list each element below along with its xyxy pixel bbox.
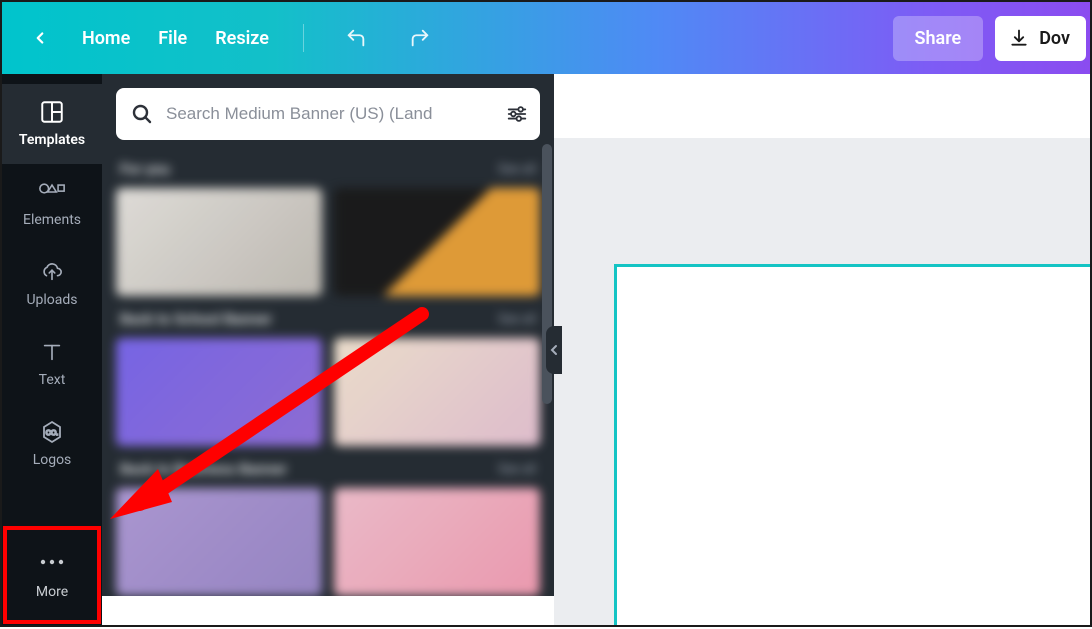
chevron-left-icon xyxy=(550,344,558,356)
more-icon xyxy=(39,550,65,574)
section-see-all[interactable]: See all xyxy=(498,312,536,327)
template-thumb[interactable] xyxy=(334,338,540,446)
rail-logos[interactable]: CO. Logos xyxy=(2,404,102,484)
template-thumb[interactable] xyxy=(334,188,540,296)
thumb-row xyxy=(116,338,540,446)
collapse-panel-handle[interactable] xyxy=(546,326,562,374)
template-thumb[interactable] xyxy=(116,338,322,446)
svg-text:CO.: CO. xyxy=(46,430,59,437)
section-title: Back to Business Banner xyxy=(120,460,287,478)
undo-icon[interactable] xyxy=(338,20,374,56)
elements-icon xyxy=(39,180,65,204)
template-thumb[interactable] xyxy=(334,488,540,596)
templates-panel: For you See all Back to School Banner Se… xyxy=(102,74,554,596)
redo-icon[interactable] xyxy=(402,20,438,56)
filter-icon[interactable] xyxy=(506,103,528,125)
back-icon[interactable] xyxy=(26,24,54,52)
download-button[interactable]: Dov xyxy=(995,16,1086,61)
design-canvas[interactable] xyxy=(614,264,1090,625)
search-icon xyxy=(130,102,154,126)
download-label: Dov xyxy=(1039,28,1070,49)
panel-wrapper: For you See all Back to School Banner Se… xyxy=(102,74,554,625)
section-title: Back to School Banner xyxy=(120,310,272,328)
resize-menu[interactable]: Resize xyxy=(215,28,269,49)
panel-content: For you See all Back to School Banner Se… xyxy=(116,160,540,596)
section-head: Back to Business Banner See all xyxy=(120,460,536,478)
section-see-all[interactable]: See all xyxy=(498,462,536,477)
rail-text-label: Text xyxy=(39,372,66,388)
logos-icon: CO. xyxy=(40,420,64,444)
home-button[interactable]: Home xyxy=(82,28,130,49)
thumb-row xyxy=(116,188,540,296)
top-bar: Home File Resize Share Dov xyxy=(2,2,1090,74)
uploads-icon xyxy=(39,260,65,284)
search-input[interactable] xyxy=(166,104,494,124)
rail-templates-label: Templates xyxy=(19,132,85,148)
rail-elements-label: Elements xyxy=(23,212,81,228)
rail-more[interactable]: More xyxy=(3,526,101,624)
side-rail: Templates Elements Uploads Text CO. Logo… xyxy=(2,74,102,625)
section-see-all[interactable]: See all xyxy=(498,162,536,177)
templates-icon xyxy=(39,100,65,124)
topbar-left: Home File Resize xyxy=(26,20,438,56)
rail-templates[interactable]: Templates xyxy=(2,84,102,164)
rail-text[interactable]: Text xyxy=(2,324,102,404)
text-icon xyxy=(40,340,64,364)
rail-elements[interactable]: Elements xyxy=(2,164,102,244)
rail-uploads[interactable]: Uploads xyxy=(2,244,102,324)
template-thumb[interactable] xyxy=(116,488,322,596)
rail-logos-label: Logos xyxy=(33,452,72,468)
template-thumb[interactable] xyxy=(116,188,322,296)
download-icon xyxy=(1009,28,1029,48)
canvas-area xyxy=(554,74,1090,625)
rail-more-label: More xyxy=(36,584,68,600)
topbar-right: Share Dov xyxy=(893,16,1087,61)
section-head: Back to School Banner See all xyxy=(120,310,536,328)
section-head: For you See all xyxy=(120,160,536,178)
share-button[interactable]: Share xyxy=(893,16,984,61)
file-menu[interactable]: File xyxy=(158,28,187,49)
search-bar[interactable] xyxy=(116,88,540,140)
rail-uploads-label: Uploads xyxy=(26,292,77,308)
main-area: Templates Elements Uploads Text CO. Logo… xyxy=(2,74,1090,625)
toolbar-strip xyxy=(554,74,1090,138)
more-highlight-wrapper: More xyxy=(2,525,102,625)
section-title: For you xyxy=(120,160,170,178)
divider xyxy=(303,24,304,52)
thumb-row xyxy=(116,488,540,596)
